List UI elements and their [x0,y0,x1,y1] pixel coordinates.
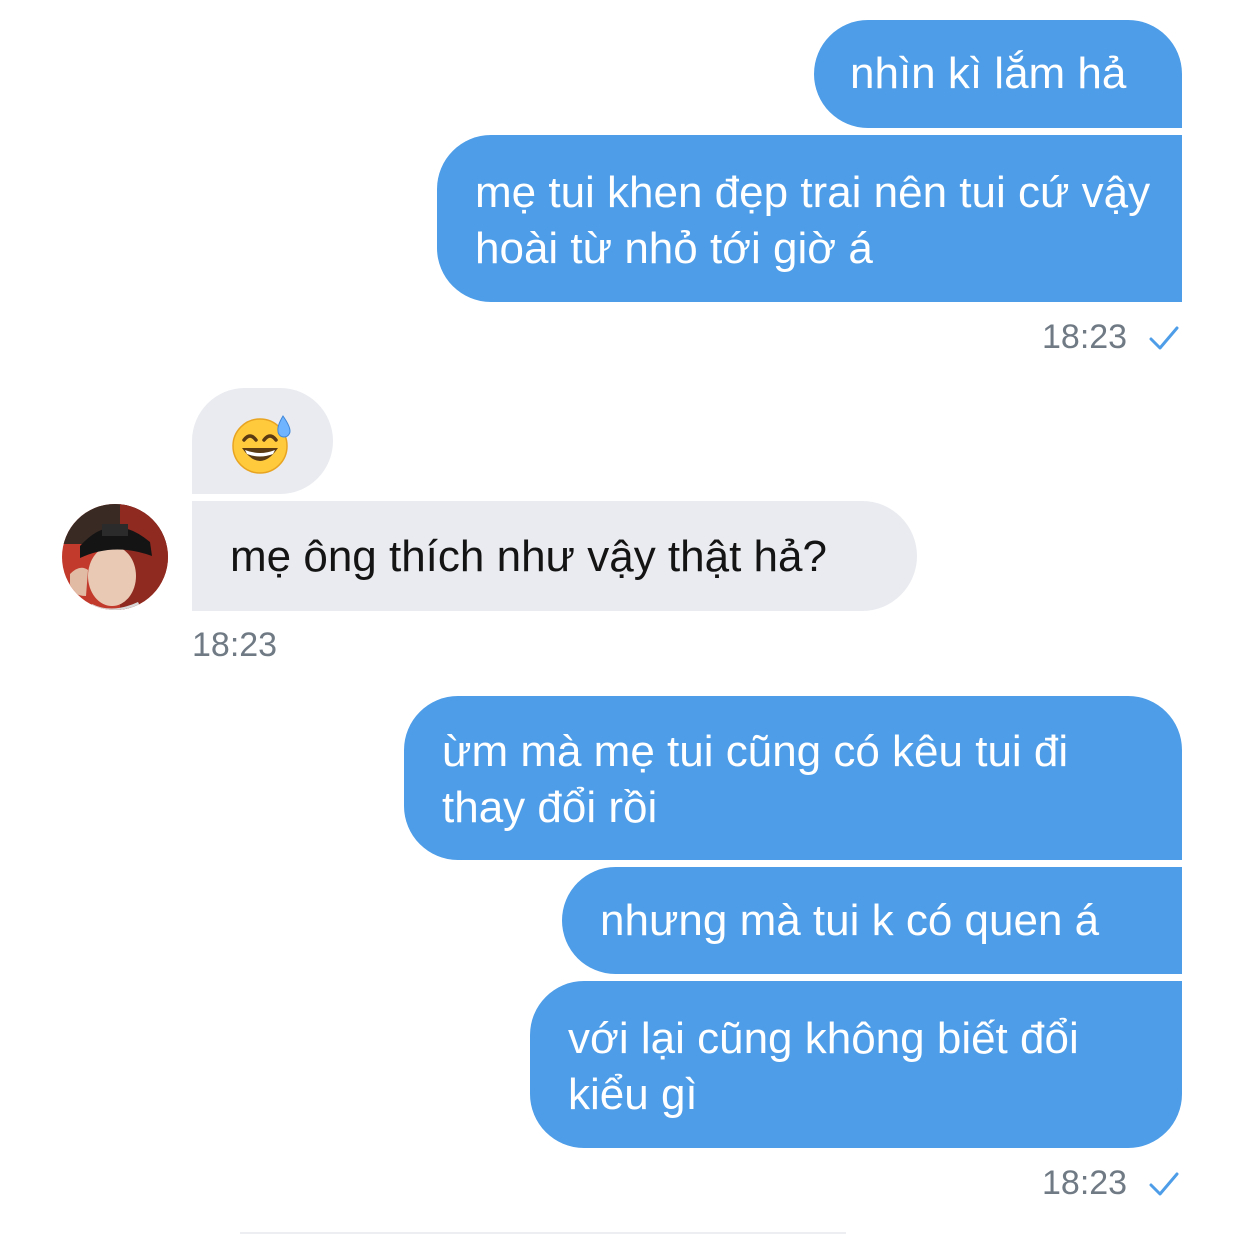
outgoing-message[interactable]: mẹ tui khen đẹp trai nên tui cứ vậy hoài… [437,135,1182,302]
message-text: nhìn kì lắm hả [850,49,1127,98]
sweat-smile-emoji-icon [232,415,291,474]
checkmark-icon [1149,326,1179,350]
outgoing-message[interactable]: nhưng mà tui k có quen á [562,867,1182,974]
message-text: với lại cũng không biết đổi kiểu gì [568,1014,1079,1119]
incoming-message[interactable]: mẹ ông thích như vậy thật hả? [192,501,917,611]
message-timestamp: 18:23 [192,626,278,664]
outgoing-message[interactable]: nhìn kì lắm hả [814,20,1182,128]
contact-avatar[interactable] [62,504,168,610]
message-text: mẹ tui khen đẹp trai nên tui cứ vậy hoài… [475,168,1151,273]
incoming-emoji-message[interactable] [192,388,333,494]
avatar-photo [62,504,168,610]
outgoing-message[interactable]: ừm mà mẹ tui cũng có kêu tui đi thay đổi… [404,696,1182,860]
message-timestamp: 18:23 [1042,318,1128,356]
outgoing-message[interactable]: với lại cũng không biết đổi kiểu gì [530,981,1182,1148]
checkmark-icon [1149,1172,1179,1196]
message-timestamp: 18:23 [1042,1164,1128,1202]
message-text: mẹ ông thích như vậy thật hả? [230,532,827,581]
message-text: nhưng mà tui k có quen á [600,896,1100,945]
message-text: ừm mà mẹ tui cũng có kêu tui đi thay đổi… [442,727,1069,832]
